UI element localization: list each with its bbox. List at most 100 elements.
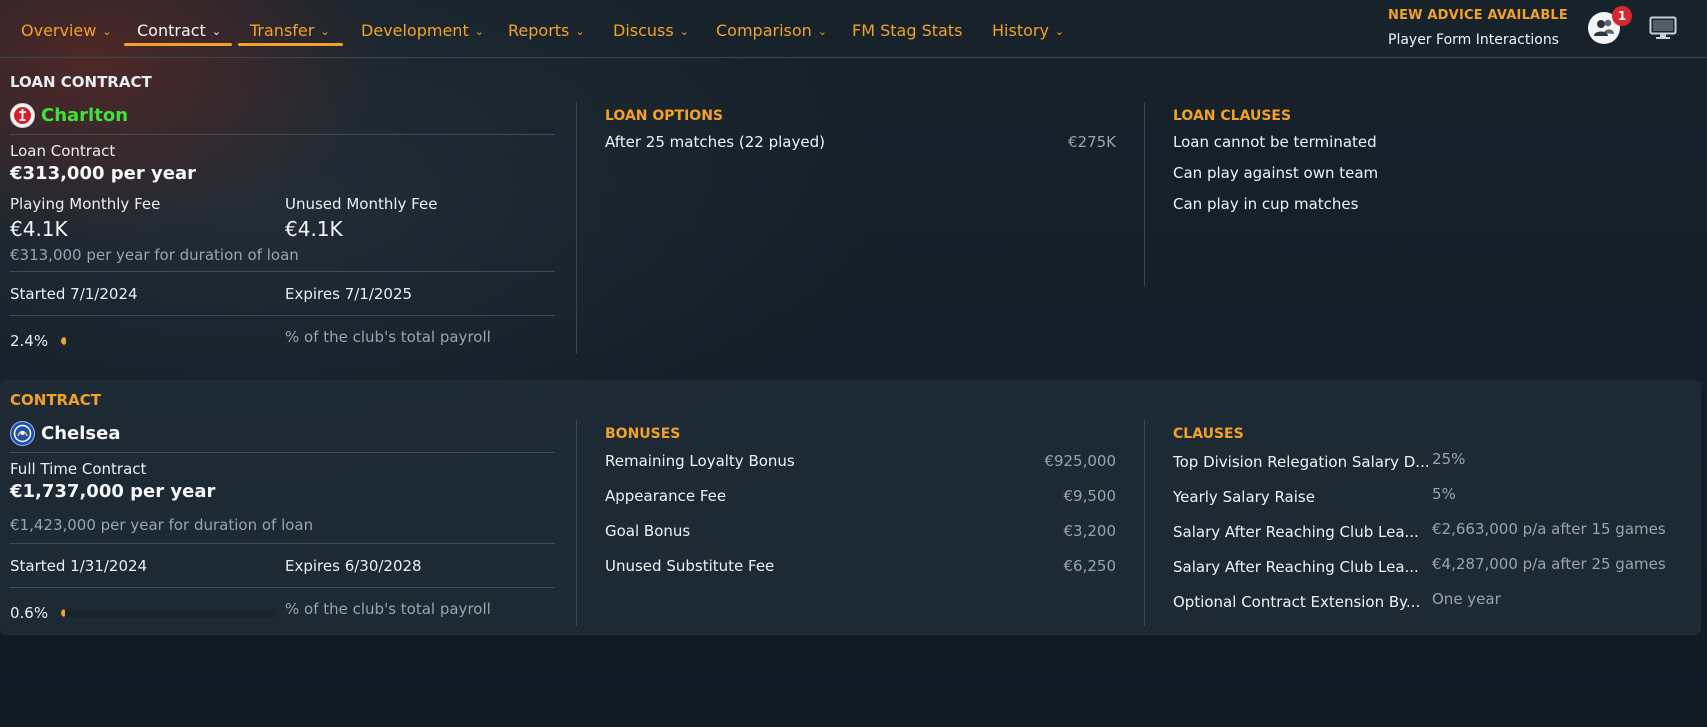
monitor-button[interactable] [1648, 14, 1678, 42]
clause-label: Salary After Reaching Club Lea... [1173, 523, 1419, 541]
bonus-value: €6,250 [1063, 557, 1117, 575]
tab-label: Comparison [716, 20, 812, 40]
column-separator [576, 420, 577, 626]
payroll-bar-fill [61, 609, 66, 617]
duration-note: €313,000 per year for duration of loan [10, 246, 299, 264]
loan-option-label: After 25 matches (22 played) [605, 133, 825, 151]
people-icon [1594, 19, 1614, 36]
tab-label: Discuss [613, 20, 674, 40]
payroll-percent: 0.6% [10, 604, 49, 622]
unused-fee-label: Unused Monthly Fee [285, 195, 438, 213]
advice-title[interactable]: NEW ADVICE AVAILABLE [1388, 8, 1568, 23]
divider [10, 315, 555, 316]
tab-discuss[interactable]: Discuss ⌄ [613, 17, 689, 43]
bonuses-title: BONUSES [605, 426, 681, 442]
monitor-icon [1649, 16, 1677, 39]
notification-badge: 1 [1612, 6, 1632, 26]
divider [10, 587, 555, 588]
clause-value: 5% [1432, 485, 1456, 503]
clause-value: 25% [1432, 450, 1466, 468]
contract-type: Loan Contract [10, 142, 116, 160]
chevron-down-icon: ⌄ [817, 24, 828, 38]
section-title: LOAN CONTRACT [10, 73, 152, 91]
tab-label: History [992, 20, 1049, 40]
chevron-down-icon: ⌄ [575, 24, 585, 38]
clause-label: Top Division Relegation Salary D... [1173, 453, 1430, 471]
loan-option-value: €275K [1067, 133, 1116, 151]
top-nav: Overview ⌄ Contract ⌄ Transfer ⌄ Develop… [0, 0, 1707, 58]
payroll-bar-fill [61, 337, 67, 345]
loan-clause: Can play in cup matches [1173, 195, 1359, 213]
club-name: Charlton [41, 105, 129, 126]
contract-type: Full Time Contract [10, 460, 147, 478]
chevron-down-icon: ⌄ [102, 24, 112, 38]
tab-reports[interactable]: Reports ⌄ [508, 17, 585, 43]
divider [10, 134, 555, 135]
clauses-title: CLAUSES [1173, 426, 1244, 442]
bonus-value: €9,500 [1063, 487, 1117, 505]
divider [10, 271, 555, 272]
start-date: Started 7/1/2024 [10, 285, 138, 303]
loan-options-title: LOAN OPTIONS [605, 108, 723, 124]
tab-transfer[interactable]: Transfer ⌄ [250, 17, 330, 43]
chelsea-crest-icon [10, 421, 35, 446]
payroll-percent: 2.4% [10, 332, 49, 350]
payroll-label: % of the club's total payroll [285, 328, 491, 346]
bonus-label: Remaining Loyalty Bonus [605, 452, 795, 470]
bonus-label: Unused Substitute Fee [605, 557, 775, 575]
loan-contract-panel: LOAN CONTRACT Charlton Loan Contract €31… [0, 60, 1701, 370]
playing-fee-value: €4.1K [10, 217, 68, 241]
clause-label: Salary After Reaching Club Lea... [1173, 558, 1419, 576]
tab-transfer-underline [238, 43, 343, 46]
bonus-value: €925,000 [1044, 452, 1116, 470]
payroll-label: % of the club's total payroll [285, 600, 491, 618]
chevron-down-icon: ⌄ [679, 24, 689, 38]
payroll-bar [61, 609, 277, 617]
advice-subtitle[interactable]: Player Form Interactions [1388, 32, 1559, 48]
chevron-down-icon: ⌄ [320, 24, 330, 38]
chevron-down-icon: ⌄ [211, 24, 222, 38]
tab-label: Reports [508, 20, 570, 40]
duration-note: €1,423,000 per year for duration of loan [10, 516, 314, 534]
tab-fm-stag-stats[interactable]: FM Stag Stats [852, 17, 962, 43]
clause-value: €4,287,000 p/a after 25 games [1432, 555, 1666, 573]
expiry-date: Expires 6/30/2028 [285, 557, 422, 575]
tab-history[interactable]: History ⌄ [992, 17, 1064, 43]
start-date: Started 1/31/2024 [10, 557, 148, 575]
divider [10, 543, 555, 544]
loan-clauses-title: LOAN CLAUSES [1173, 108, 1292, 124]
contract-panel: CONTRACT Chelsea Full Time Contract €1,7… [0, 380, 1701, 635]
unused-fee-value: €4.1K [285, 217, 343, 241]
loan-clause: Loan cannot be terminated [1173, 133, 1377, 151]
clause-label: Optional Contract Extension By... [1173, 593, 1421, 611]
tab-comparison[interactable]: Comparison ⌄ [716, 17, 827, 43]
loan-clause: Can play against own team [1173, 164, 1379, 182]
bonus-label: Appearance Fee [605, 487, 727, 505]
tab-contract-underline [124, 43, 232, 46]
tab-label: Overview [21, 20, 97, 40]
bonus-value: €3,200 [1063, 522, 1117, 540]
charlton-crest-icon [10, 103, 35, 128]
bonus-label: Goal Bonus [605, 522, 691, 540]
salary: €1,737,000 per year [10, 481, 216, 502]
tab-overview[interactable]: Overview ⌄ [21, 17, 112, 43]
parent-club[interactable]: Chelsea [10, 421, 120, 446]
club-name: Chelsea [41, 423, 121, 444]
column-separator [576, 102, 577, 354]
tab-development[interactable]: Development ⌄ [361, 17, 484, 43]
payroll-bar [61, 337, 277, 345]
playing-fee-label: Playing Monthly Fee [10, 195, 161, 213]
loan-club[interactable]: Charlton [10, 103, 128, 128]
tab-contract[interactable]: Contract ⌄ [137, 17, 221, 43]
divider [10, 452, 555, 453]
clause-value: €2,663,000 p/a after 15 games [1432, 520, 1666, 538]
column-separator [1144, 102, 1145, 286]
tab-label: Development [361, 20, 469, 40]
salary: €313,000 per year [10, 163, 196, 184]
chevron-down-icon: ⌄ [1054, 24, 1065, 38]
clause-label: Yearly Salary Raise [1173, 488, 1315, 506]
section-title: CONTRACT [10, 391, 101, 409]
column-separator [1144, 420, 1145, 626]
tab-label: Contract [137, 20, 206, 40]
chevron-down-icon: ⌄ [474, 24, 484, 38]
